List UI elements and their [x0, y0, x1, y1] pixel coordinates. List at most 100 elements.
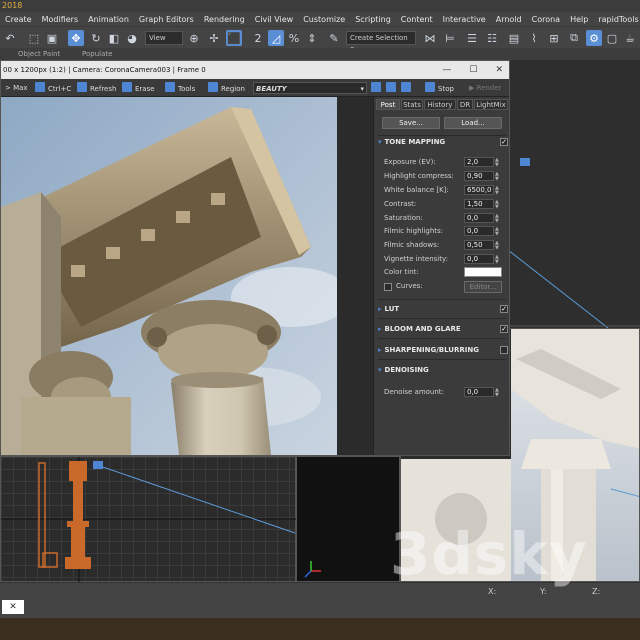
snap-toggle-icon[interactable]: 2: [250, 30, 266, 46]
ribbon-tab-object-paint[interactable]: Object Paint: [18, 48, 60, 60]
select-manipulate-icon[interactable]: ✢: [206, 30, 222, 46]
maxscript-listener[interactable]: ✕: [2, 600, 24, 614]
menu-corona[interactable]: Corona: [527, 15, 565, 24]
scene-explorer-icon[interactable]: ☰: [464, 30, 480, 46]
render-channel-dropdown[interactable]: BEAUTY ▾: [253, 82, 367, 94]
edit-named-selection-icon[interactable]: ✎: [326, 30, 342, 46]
contrast-spinner[interactable]: ▲ ▼: [495, 200, 499, 210]
close-icon[interactable]: ✕: [495, 61, 503, 79]
keyboard-shortcut-override-icon[interactable]: ⬛: [226, 30, 242, 46]
menu-content[interactable]: Content: [396, 15, 438, 24]
denoise-amount-spinner[interactable]: ▲ ▼: [495, 388, 499, 398]
select-window-icon[interactable]: ▣: [44, 30, 60, 46]
menu-animation[interactable]: Animation: [83, 15, 134, 24]
tab-stats[interactable]: Stats: [401, 99, 423, 110]
ribbon-toggle-icon[interactable]: ▤: [506, 30, 522, 46]
menu-graph-editors[interactable]: Graph Editors: [134, 15, 199, 24]
menu-modifiers[interactable]: Modifiers: [37, 15, 84, 24]
placement-icon[interactable]: ◕: [124, 30, 140, 46]
stop-button[interactable]: Stop: [425, 82, 454, 94]
select-region-icon[interactable]: ⬚: [26, 30, 42, 46]
material-editor-icon[interactable]: ⧉: [566, 30, 582, 46]
tab-lightmix[interactable]: LightMix: [474, 99, 508, 110]
curve-editor-icon[interactable]: ⌇: [526, 30, 542, 46]
section-bloom-glare[interactable]: ▸ BLOOM AND GLARE: [378, 324, 461, 334]
load-button[interactable]: Load...: [444, 117, 502, 129]
scale-icon[interactable]: ◧: [106, 30, 122, 46]
viewport-bottom-left[interactable]: [0, 456, 297, 583]
filmic-shadows-spinner[interactable]: ▲ ▼: [495, 241, 499, 251]
vignette-field[interactable]: 0,0: [464, 254, 494, 264]
named-selection-dropdown[interactable]: Create Selection Se: [346, 31, 416, 54]
zoom-out-icon[interactable]: [386, 82, 399, 94]
tab-dr[interactable]: DR: [457, 99, 473, 110]
viewport-top-right[interactable]: [508, 60, 640, 328]
section-tone-mapping[interactable]: ▾ TONE MAPPING: [378, 137, 445, 147]
filmic-highlights-spinner[interactable]: ▲ ▼: [495, 227, 499, 237]
tab-history[interactable]: History: [424, 99, 456, 110]
menu-civil-view[interactable]: Civil View: [250, 15, 299, 24]
percent-snap-icon[interactable]: %: [286, 30, 302, 46]
tools-button[interactable]: Tools: [165, 82, 195, 94]
white-balance-field[interactable]: 6500,0: [464, 185, 494, 195]
erase-button[interactable]: Erase: [122, 82, 155, 94]
vignette-spinner[interactable]: ▲ ▼: [495, 255, 499, 265]
viewport-bottom-middle[interactable]: [296, 456, 400, 582]
maximize-icon[interactable]: ☐: [469, 61, 477, 79]
spinner-snap-icon[interactable]: ⇕: [304, 30, 320, 46]
menu-interactive[interactable]: Interactive: [438, 15, 491, 24]
curves-checkbox[interactable]: [384, 283, 392, 291]
menu-scripting[interactable]: Scripting: [350, 15, 396, 24]
ribbon-tab-populate[interactable]: Populate: [82, 48, 112, 60]
menu-rapidtools[interactable]: rapidTools: [593, 15, 640, 24]
zoom-fit-icon[interactable]: [401, 82, 414, 94]
exposure-spinner[interactable]: ▲ ▼: [495, 158, 499, 168]
saturation-spinner[interactable]: ▲ ▼: [495, 214, 499, 224]
section-lut[interactable]: ▸ LUT: [378, 304, 399, 314]
region-button[interactable]: Region: [208, 82, 245, 94]
filmic-highlights-field[interactable]: 0,0: [464, 226, 494, 236]
menu-rendering[interactable]: Rendering: [199, 15, 250, 24]
exposure-field[interactable]: 2,0: [464, 157, 494, 167]
undo-icon[interactable]: ↶: [2, 30, 18, 46]
menu-customize[interactable]: Customize: [298, 15, 350, 24]
save-button[interactable]: Save...: [382, 117, 440, 129]
color-tint-swatch[interactable]: [464, 267, 502, 277]
zoom-in-icon[interactable]: [371, 82, 384, 94]
lut-checkbox[interactable]: ✓: [500, 305, 508, 313]
select-move-icon[interactable]: ✥: [68, 30, 84, 46]
reference-coord-dropdown[interactable]: View: [145, 31, 183, 45]
refresh-button[interactable]: Refresh: [77, 82, 116, 94]
angle-snap-icon[interactable]: ◿: [268, 30, 284, 46]
layer-explorer-icon[interactable]: ☷: [484, 30, 500, 46]
rendered-image[interactable]: [1, 97, 337, 455]
menu-help[interactable]: Help: [565, 15, 593, 24]
bloom-checkbox[interactable]: ✓: [500, 325, 508, 333]
white-balance-spinner[interactable]: ▲ ▼: [495, 186, 499, 196]
ctrlc-button[interactable]: Ctrl+C: [35, 82, 71, 94]
menu-arnold[interactable]: Arnold: [491, 15, 527, 24]
menu-create[interactable]: Create: [0, 15, 37, 24]
denoise-amount-field[interactable]: 0,0: [464, 387, 494, 397]
mirror-icon[interactable]: ⋈: [422, 30, 438, 46]
curves-editor-button[interactable]: Editor...: [464, 281, 502, 293]
rendered-frame-window-icon[interactable]: ▢: [604, 30, 620, 46]
align-icon[interactable]: ⊨: [442, 30, 458, 46]
highlight-compress-spinner[interactable]: ▲ ▼: [495, 172, 499, 182]
saturation-field[interactable]: 0,0: [464, 213, 494, 223]
tab-post[interactable]: Post: [376, 99, 400, 110]
filmic-shadows-field[interactable]: 0,50: [464, 240, 494, 250]
rotate-icon[interactable]: ↻: [88, 30, 104, 46]
tone-mapping-checkbox[interactable]: ✓: [500, 138, 508, 146]
section-sharpening[interactable]: ▸ SHARPENING/BLURRING: [378, 345, 479, 355]
schematic-view-icon[interactable]: ⊞: [546, 30, 562, 46]
max-button[interactable]: > Max: [5, 82, 28, 94]
minimize-icon[interactable]: —: [442, 61, 451, 79]
section-denoising[interactable]: ▾ DENOISING: [378, 365, 429, 375]
contrast-field[interactable]: 1,50: [464, 199, 494, 209]
render-setup-icon[interactable]: ⚙: [586, 30, 602, 46]
pivot-icon[interactable]: ⊕: [186, 30, 202, 46]
sharpen-checkbox[interactable]: [500, 346, 508, 354]
render-production-icon[interactable]: ☕: [622, 30, 638, 46]
render-button[interactable]: ▶ Render: [469, 82, 502, 94]
